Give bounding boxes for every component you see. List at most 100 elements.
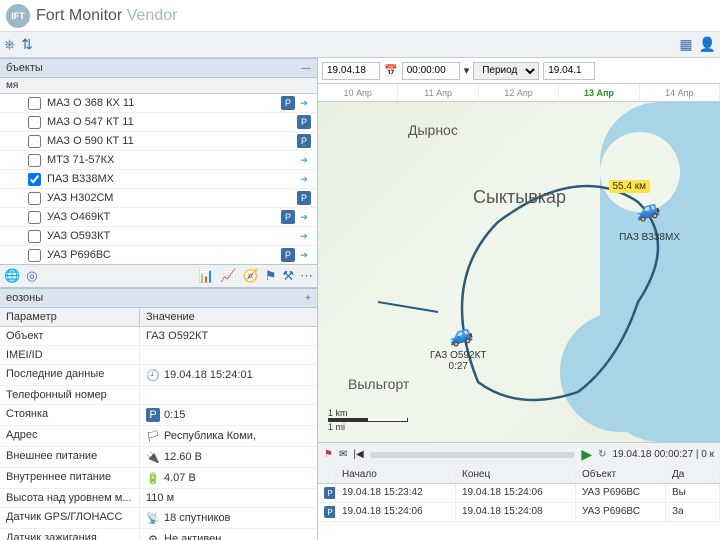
tools-icon[interactable]: ⚒ <box>282 268 294 284</box>
event-row[interactable]: P 19.04.18 15:24:06 19.04.18 15:24:08 УА… <box>318 503 720 522</box>
map-canvas[interactable]: Дырнос Сыктывкар Выльгорт 55.4 км 🚙 ПАЗ … <box>318 102 720 442</box>
main-toolbar: ⎈ ⇅ ▦ 👤 <box>0 32 720 58</box>
tool-icon-4[interactable]: 👤 <box>699 36 716 53</box>
prop-value: Не активен <box>164 533 221 540</box>
route-icon[interactable]: 🧭 <box>243 268 259 284</box>
timeline-day[interactable]: 11 Апр <box>398 84 478 101</box>
globe-icon[interactable]: 🌐 <box>4 268 20 284</box>
object-checkbox[interactable] <box>28 97 41 110</box>
map-scale: 1 km 1 mi <box>328 408 408 432</box>
props-head-param: Параметр <box>0 308 140 326</box>
object-checkbox[interactable] <box>28 249 41 262</box>
app-header: IFT Fort Monitor Vendor <box>0 0 720 32</box>
timeline-day[interactable]: 14 Апр <box>640 84 720 101</box>
objects-panel-title[interactable]: бъекты — <box>0 58 317 78</box>
date-to-input[interactable] <box>543 62 595 80</box>
time-from-input[interactable] <box>402 62 460 80</box>
geozones-panel-title[interactable]: еозоны + <box>0 288 317 308</box>
object-row[interactable]: МТЗ 71-57КХ ➔ <box>0 151 317 170</box>
object-row[interactable]: УАЗ О593КТ ➔ <box>0 227 317 246</box>
playback-track[interactable] <box>370 452 576 458</box>
object-checkbox[interactable] <box>28 230 41 243</box>
property-row: Стоянка P 0:15 <box>0 405 317 426</box>
timeline-day[interactable]: 13 Апр <box>559 84 639 101</box>
prop-value: 12.60 В <box>164 451 202 463</box>
parking-badge: P <box>281 210 295 224</box>
date-from-input[interactable] <box>322 62 380 80</box>
object-row[interactable]: МАЗ О 547 КТ 11 P <box>0 113 317 132</box>
timeline-day[interactable]: 12 Апр <box>479 84 559 101</box>
object-row[interactable]: МАЗ О 368 КХ 11 P ➔ <box>0 94 317 113</box>
object-name: МАЗ О 547 КТ 11 <box>47 116 297 128</box>
object-row[interactable]: ПАЗ В338МХ ➔ <box>0 170 317 189</box>
property-row: Высота над уровнем м... 110 м <box>0 489 317 508</box>
tool-icon-2[interactable]: ⇅ <box>21 36 33 53</box>
time-dropdown-icon[interactable]: ▾ <box>464 64 470 77</box>
tool-icon-1[interactable]: ⎈ <box>4 36 15 53</box>
prop-icon: ⚙ <box>146 532 160 540</box>
period-select[interactable]: Период <box>473 62 539 80</box>
prop-value: 18 спутников <box>164 512 230 524</box>
event-end: 19.04.18 15:24:06 <box>456 484 576 502</box>
ev-head-start: Начало <box>336 466 456 483</box>
object-row[interactable]: УАЗ О469КТ P ➔ <box>0 208 317 227</box>
target-icon[interactable]: ◎ <box>26 268 37 284</box>
arrow-icon: ➔ <box>297 96 311 110</box>
brand-title: Fort Monitor Vendor <box>36 7 177 25</box>
objects-column-name: мя <box>0 78 317 94</box>
graph-icon[interactable]: 📈 <box>220 268 236 284</box>
left-panel: бъекты — мя МАЗ О 368 КХ 11 P ➔ МАЗ О 54… <box>0 58 318 540</box>
loop-icon[interactable]: ↻ <box>598 449 606 460</box>
object-checkbox[interactable] <box>28 173 41 186</box>
prop-key: Стоянка <box>0 405 140 425</box>
tool-icon-3[interactable]: ▦ <box>679 36 692 53</box>
more-icon[interactable]: ⋯ <box>300 268 313 284</box>
object-row[interactable]: УАЗ Р696ВС P ➔ <box>0 246 317 264</box>
mail-icon[interactable]: ✉ <box>339 449 347 460</box>
object-checkbox[interactable] <box>28 154 41 167</box>
vehicle-label-2: ГАЗ О592КТ0:27 <box>430 350 487 372</box>
date-timeline[interactable]: 10 Апр11 Апр12 Апр13 Апр14 Апр <box>318 84 720 102</box>
object-name: УАЗ Р696ВС <box>47 249 281 261</box>
property-row: IMEI/ID <box>0 346 317 365</box>
prop-key: Датчик зажигания <box>0 529 140 540</box>
prop-key: Телефонный номер <box>0 386 140 404</box>
arrow-icon: ➔ <box>297 210 311 224</box>
event-row[interactable]: P 19.04.18 15:23:42 19.04.18 15:24:06 УА… <box>318 484 720 503</box>
play-button[interactable]: ▶ <box>581 446 592 463</box>
flag-red-icon[interactable]: ⚑ <box>324 449 333 460</box>
object-checkbox[interactable] <box>28 192 41 205</box>
ev-head-obj: Объект <box>576 466 666 483</box>
property-row: Датчик зажигания ⚙ Не активен <box>0 529 317 540</box>
flag-icon[interactable]: ⚑ <box>265 268 277 284</box>
playback-bar: ⚑ ✉ |◀ ▶ ↻ 19.04.18 00:00:27 | 0 к <box>318 442 720 466</box>
object-checkbox[interactable] <box>28 116 41 129</box>
collapse-icon[interactable]: — <box>301 63 311 74</box>
property-row: Объект ГАЗ О592КТ <box>0 327 317 346</box>
calendar-icon[interactable]: 📅 <box>384 64 398 77</box>
prop-icon: 🔋 <box>146 471 160 485</box>
object-checkbox[interactable] <box>28 135 41 148</box>
parking-badge: P <box>281 96 295 110</box>
prop-icon: 🔌 <box>146 450 160 464</box>
chart-icon[interactable]: 📊 <box>198 268 214 284</box>
event-data: Вы <box>666 484 720 502</box>
vehicle-icon-2[interactable]: 🚙 <box>445 319 476 350</box>
ev-head-end: Конец <box>456 466 576 483</box>
object-row[interactable]: УАЗ Н302СМ P <box>0 189 317 208</box>
object-row[interactable]: МАЗ О 590 КТ 11 P <box>0 132 317 151</box>
timeline-day[interactable]: 10 Апр <box>318 84 398 101</box>
property-row: Датчик GPS/ГЛОНАСС 📡18 спутников <box>0 508 317 529</box>
parking-badge: P <box>297 115 311 129</box>
playback-status: 19.04.18 00:00:27 | 0 к <box>613 449 715 460</box>
object-checkbox[interactable] <box>28 211 41 224</box>
step-back-icon[interactable]: |◀ <box>353 449 363 460</box>
event-data: За <box>666 503 720 521</box>
events-grid[interactable]: Начало Конец Объект Да P 19.04.18 15:23:… <box>318 466 720 540</box>
expand-icon[interactable]: + <box>305 293 311 304</box>
parking-icon: P <box>146 408 160 422</box>
objects-list[interactable]: МАЗ О 368 КХ 11 P ➔ МАЗ О 547 КТ 11 P МА… <box>0 94 317 264</box>
event-end: 19.04.18 15:24:08 <box>456 503 576 521</box>
prop-value: 0:15 <box>164 409 185 421</box>
river-shape2 <box>560 312 720 432</box>
